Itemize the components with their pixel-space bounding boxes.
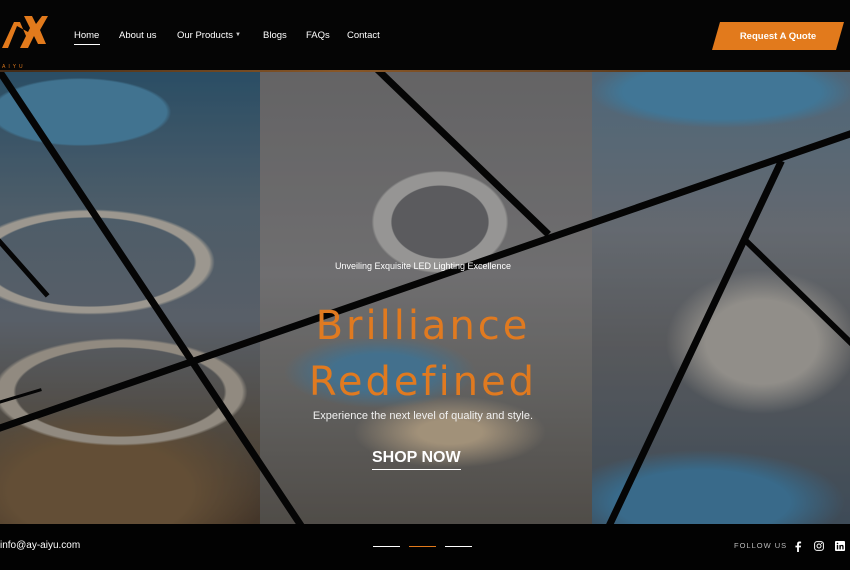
follow-us-label: FOLLOW US — [734, 541, 788, 550]
brand-logo[interactable]: AIYU — [0, 16, 48, 70]
logo-mark-icon — [2, 16, 48, 48]
shop-now-button[interactable]: SHOP NOW — [372, 449, 461, 470]
slide-indicator-2[interactable] — [409, 546, 436, 547]
logo-wordmark: AIYU — [2, 64, 26, 70]
active-indicator — [74, 44, 100, 45]
hero-eyebrow: Unveiling Exquisite LED Lighting Excelle… — [334, 261, 512, 271]
nav-products[interactable]: Our Products ▼ — [177, 30, 263, 41]
nav-contact[interactable]: Contact — [347, 30, 397, 41]
hero-headline-line2: Redefined — [308, 359, 538, 405]
facebook-icon[interactable] — [792, 540, 804, 552]
request-quote-button[interactable]: Request A Quote — [712, 22, 844, 50]
slider-pagination — [373, 546, 472, 547]
nav-faqs[interactable]: FAQs — [306, 30, 347, 41]
hero-section: Unveiling Exquisite LED Lighting Excelle… — [0, 72, 850, 524]
hero-headline-line1: Brilliance — [315, 303, 531, 349]
nav-home-label: Home — [74, 30, 100, 41]
nav-contact-label: Contact — [347, 30, 380, 41]
hero-content: Unveiling Exquisite LED Lighting Excelle… — [0, 72, 850, 524]
main-nav: Home About us Our Products ▼ Blogs FAQs C… — [74, 30, 397, 45]
nav-blogs-label: Blogs — [263, 30, 287, 41]
nav-about-label: About us — [119, 30, 157, 41]
hero-footer-bar: info@ay-aiyu.com FOLLOW US — [0, 524, 850, 570]
slide-indicator-1[interactable] — [373, 546, 400, 547]
contact-email-link[interactable]: info@ay-aiyu.com — [0, 540, 80, 551]
hero-subtitle: Experience the next level of quality and… — [312, 410, 534, 422]
nav-about[interactable]: About us — [119, 30, 177, 41]
hero-headline: Brilliance Redefined — [0, 298, 846, 410]
nav-blogs[interactable]: Blogs — [263, 30, 306, 41]
site-header: AIYU Home About us Our Products ▼ Blogs F… — [0, 0, 850, 72]
chevron-down-icon: ▼ — [234, 32, 241, 39]
nav-home[interactable]: Home — [74, 30, 119, 45]
nav-products-label: Our Products — [177, 30, 233, 41]
slide-indicator-3[interactable] — [445, 546, 472, 547]
nav-faqs-label: FAQs — [306, 30, 330, 41]
linkedin-icon[interactable] — [834, 540, 846, 552]
instagram-icon[interactable] — [813, 540, 825, 552]
